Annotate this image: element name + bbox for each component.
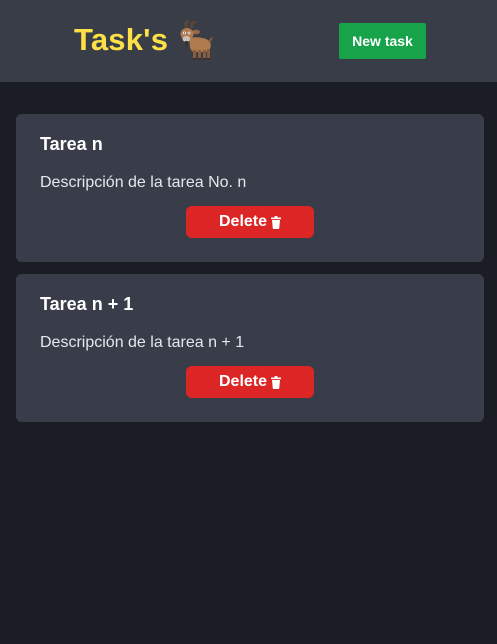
app-logo: Task's [74,18,216,62]
delete-label: Delete [218,373,268,390]
new-task-button[interactable]: New task [339,23,426,59]
app-header: Task's New task [0,0,497,82]
trash-icon [271,375,282,389]
task-list: Tarea n Descripción de la tarea No. n De… [16,114,484,434]
task-card: Tarea n Descripción de la tarea No. n De… [16,114,484,262]
goat-icon [180,20,214,60]
task-description: Descripción de la tarea No. n [40,174,247,191]
delete-button[interactable]: Delete [186,366,314,398]
task-title: Tarea n + 1 [40,294,134,314]
task-title: Tarea n [40,134,103,154]
delete-button[interactable]: Delete [186,206,314,238]
delete-label: Delete [218,213,268,230]
trash-icon [271,215,282,229]
logo-text: Task's [74,22,169,57]
task-card: Tarea n + 1 Descripción de la tarea n + … [16,274,484,422]
task-description: Descripción de la tarea n + 1 [40,334,245,351]
